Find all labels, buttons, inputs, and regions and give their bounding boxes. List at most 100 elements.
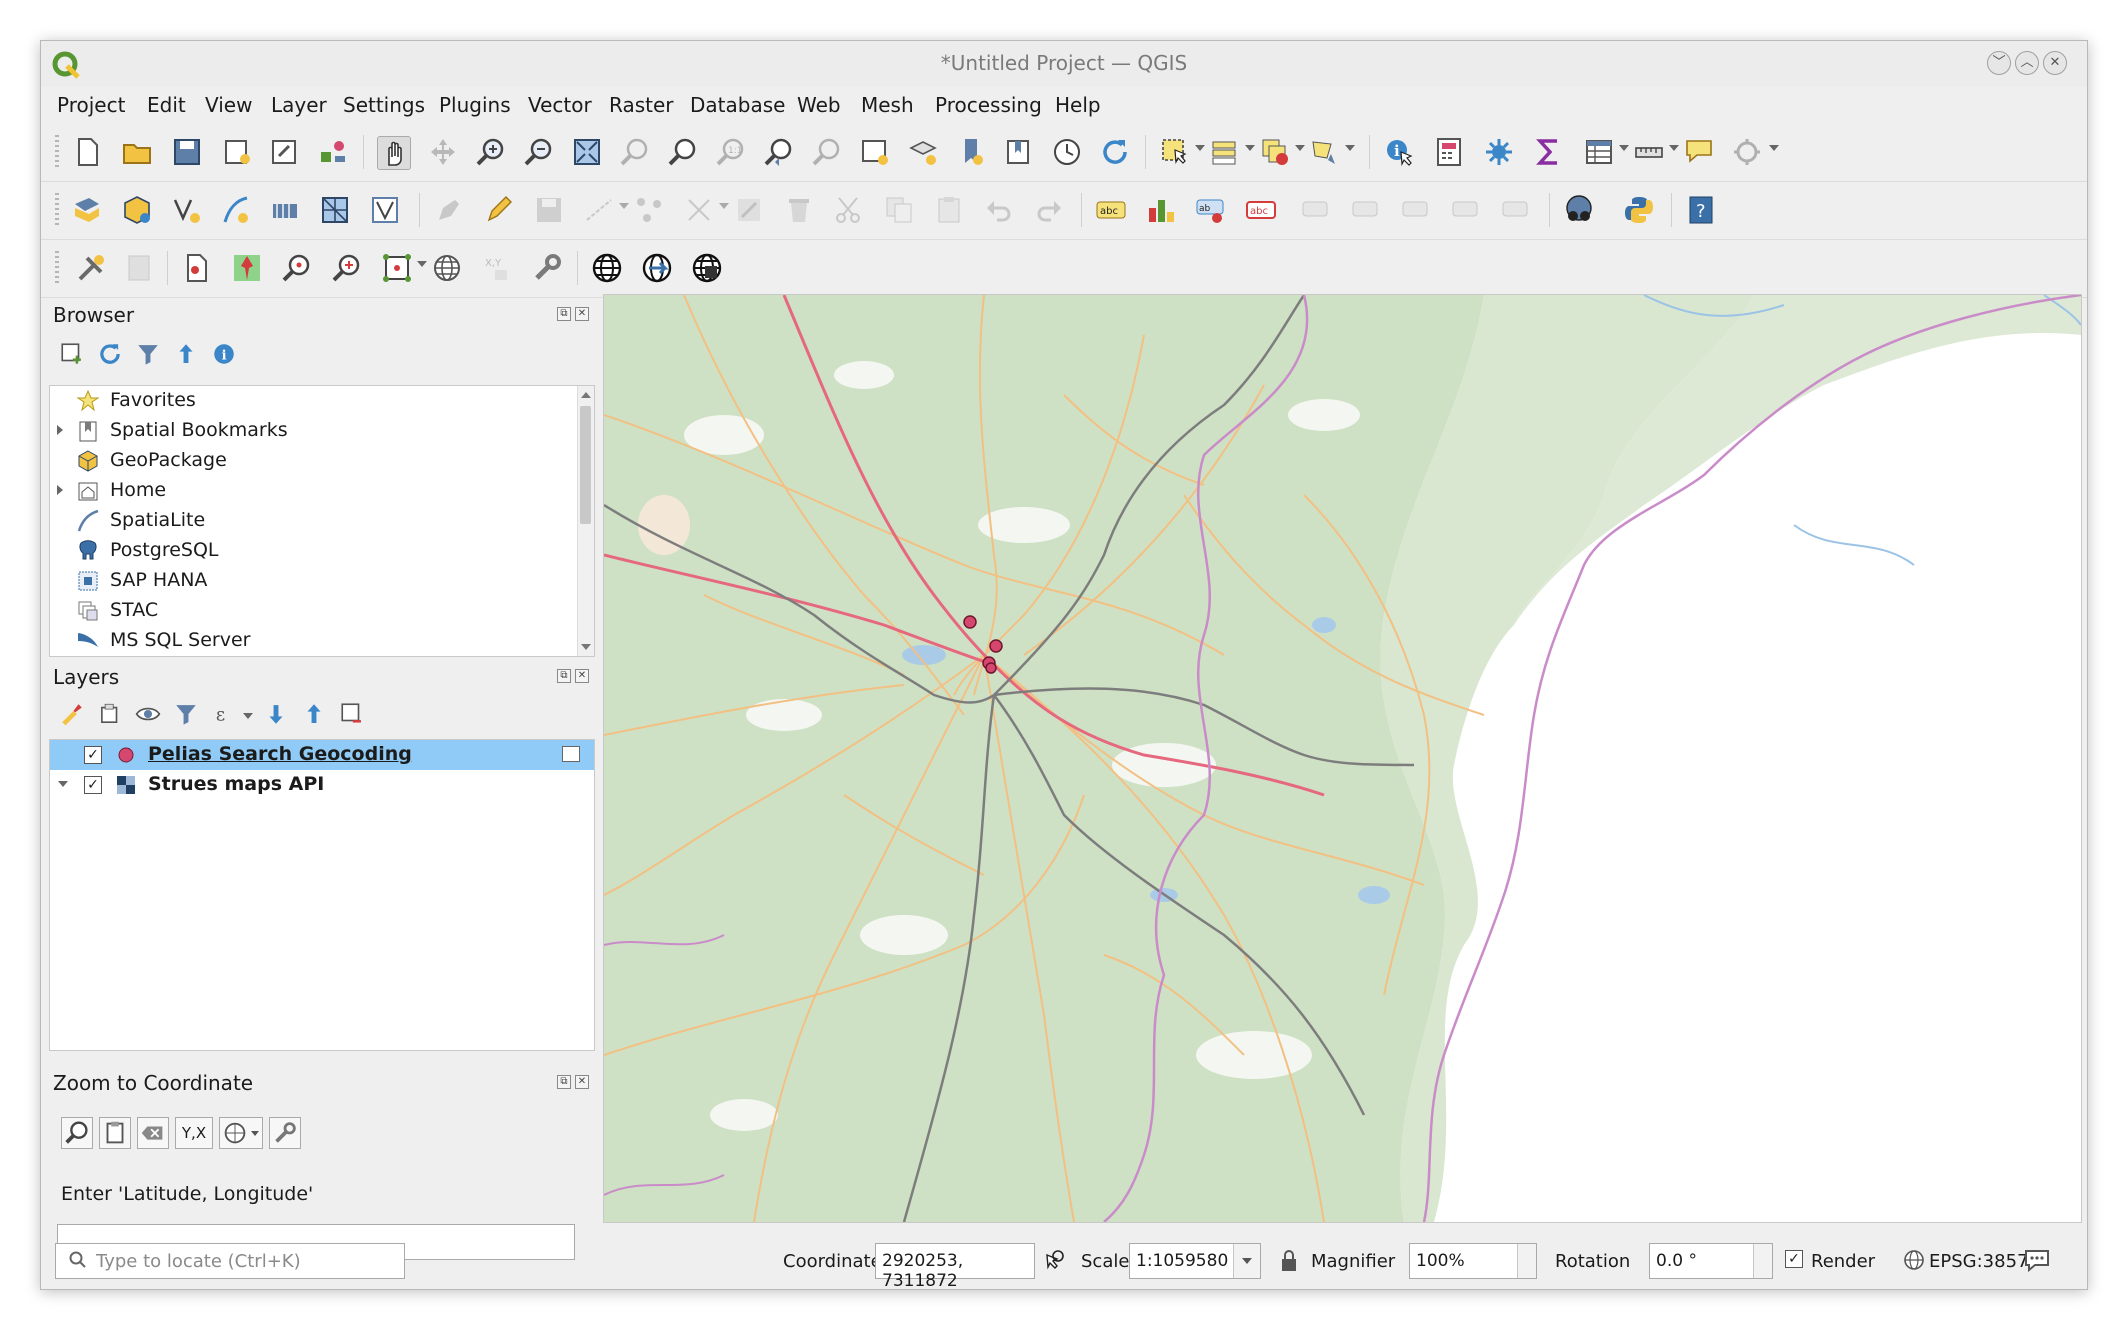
browser-scrollbar[interactable] [577, 386, 594, 656]
menu-help[interactable]: Help [1055, 93, 1101, 117]
modify-attributes-icon[interactable] [733, 194, 765, 226]
menu-project[interactable]: Project [57, 93, 125, 117]
identify-features-icon[interactable]: i [1383, 136, 1415, 168]
layer-diagram-options-icon[interactable] [1145, 194, 1177, 226]
zoom-full-icon[interactable] [571, 136, 603, 168]
new-map-view-icon[interactable] [859, 136, 891, 168]
close-panel-button[interactable]: ✕ [575, 307, 589, 321]
refresh-icon[interactable] [1099, 136, 1131, 168]
select-features-dropdown[interactable] [1195, 145, 1205, 151]
coordinate-order-icon[interactable]: X,Y [481, 252, 513, 284]
undo-icon[interactable] [983, 194, 1015, 226]
map-canvas[interactable] [603, 294, 2082, 1223]
pan-to-selection-icon[interactable] [427, 136, 459, 168]
zoom-to-point-icon[interactable] [281, 252, 313, 284]
show-hide-labels-icon[interactable] [1351, 194, 1383, 226]
zoom-in-icon[interactable] [475, 136, 507, 168]
menu-processing[interactable]: Processing [935, 93, 1042, 117]
clear-coordinate-button[interactable] [137, 1117, 169, 1149]
toggle-extents-icon[interactable] [1041, 1247, 1067, 1277]
layout-manager-icon[interactable] [269, 136, 301, 168]
capture-extent-dropdown[interactable] [417, 261, 427, 267]
browser-item-favorites[interactable]: Favorites [50, 386, 594, 416]
menu-layer[interactable]: Layer [271, 93, 327, 117]
layer-labeling-options-icon[interactable]: abc [1095, 194, 1127, 226]
magnifier-spin-buttons[interactable] [1517, 1244, 1536, 1278]
magnifier-spinbox[interactable]: 100% [1409, 1243, 1537, 1279]
close-button[interactable]: ✕ [2043, 51, 2067, 75]
collapse-all-icon[interactable] [173, 341, 199, 367]
paste-features-icon[interactable] [933, 194, 965, 226]
toolbar-grip[interactable] [55, 193, 59, 227]
expand-arrow-icon[interactable] [57, 485, 63, 495]
scale-combobox[interactable]: 1:1059580 [1129, 1243, 1261, 1279]
data-source-manager-icon[interactable] [71, 194, 103, 226]
add-selected-layers-icon[interactable] [59, 341, 85, 367]
pan-map-icon[interactable] [377, 136, 411, 170]
toggle-display-labels-icon[interactable]: abc [1245, 194, 1277, 226]
copy-features-icon[interactable] [883, 194, 915, 226]
save-project-icon[interactable] [171, 136, 203, 168]
add-marker-icon[interactable] [231, 252, 263, 284]
new-virtual-layer-icon[interactable] [269, 194, 301, 226]
menu-web[interactable]: Web [797, 93, 841, 117]
locator-dropdown[interactable] [1769, 145, 1779, 151]
new-temporary-scratch-layer-icon[interactable] [369, 194, 401, 226]
browser-item-spatialite[interactable]: SpatiaLite [50, 506, 594, 536]
deselect-features-icon[interactable] [1259, 136, 1291, 168]
capture-extent-icon[interactable] [381, 252, 413, 284]
menu-plugins[interactable]: Plugins [439, 93, 511, 117]
scroll-up-arrow-icon[interactable] [581, 392, 591, 398]
new-spatialite-layer-icon[interactable] [219, 194, 251, 226]
deselect-features-dropdown[interactable] [1295, 145, 1305, 151]
maximize-button[interactable]: ︿ [2015, 51, 2039, 75]
zoom-out-icon[interactable] [523, 136, 555, 168]
rotation-spin-buttons[interactable] [1753, 1244, 1772, 1278]
zoom-next-icon[interactable] [811, 136, 843, 168]
plugin-settings-icon[interactable] [531, 252, 563, 284]
processing-toolbox-icon[interactable] [1483, 136, 1515, 168]
browser-item-sap-hana[interactable]: SAP HANA [50, 566, 594, 596]
zoom-to-layer-icon[interactable] [667, 136, 699, 168]
menu-raster[interactable]: Raster [609, 93, 674, 117]
coordinate-field[interactable]: 2920253, 7311872 [875, 1243, 1035, 1291]
geocode-result-point[interactable] [963, 615, 977, 629]
toolbar-grip[interactable] [55, 251, 59, 285]
georeferencer-icon[interactable] [75, 252, 107, 284]
menu-vector[interactable]: Vector [528, 93, 592, 117]
render-checkbox[interactable]: ✓ [1785, 1250, 1803, 1268]
float-panel-button[interactable]: ⧉ [557, 1075, 571, 1089]
collapse-all-layers-icon[interactable] [301, 701, 327, 727]
show-spatial-bookmarks-icon[interactable] [1003, 136, 1035, 168]
remove-layer-icon[interactable] [339, 701, 365, 727]
close-panel-button[interactable]: ✕ [575, 1075, 589, 1089]
crs-globe-icon[interactable] [431, 252, 463, 284]
browser-item-stac[interactable]: STAC [50, 596, 594, 626]
digitize-dropdown[interactable] [619, 203, 629, 209]
new-annotation-layer-icon[interactable] [181, 252, 213, 284]
browser-item-mssql[interactable]: MS SQL Server [50, 626, 594, 656]
crs-globe-icon[interactable] [1903, 1249, 1925, 1275]
crs-label[interactable]: EPSG:3857 [1929, 1251, 2028, 1272]
rotate-label-icon[interactable] [1451, 194, 1483, 226]
menu-edit[interactable]: Edit [147, 93, 186, 117]
coordinate-settings-button[interactable] [269, 1117, 301, 1149]
new-shapefile-layer-icon[interactable] [171, 194, 203, 226]
open-layer-styling-icon[interactable] [59, 701, 85, 727]
select-by-location-dropdown[interactable] [1345, 145, 1355, 151]
measure-dropdown[interactable] [1669, 145, 1679, 151]
reverse-geocode-globe-icon[interactable] [641, 252, 673, 284]
browser-item-spatial-bookmarks[interactable]: Spatial Bookmarks [50, 416, 594, 446]
select-by-expression-icon[interactable] [1209, 136, 1241, 168]
zoom-native-resolution-icon[interactable]: 1:1 [715, 136, 747, 168]
filter-legend-icon[interactable] [173, 701, 199, 727]
menu-mesh[interactable]: Mesh [861, 93, 914, 117]
show-map-tips-icon[interactable] [1683, 136, 1715, 168]
scroll-down-arrow-icon[interactable] [581, 644, 591, 650]
lock-scale-icon[interactable] [1279, 1249, 1299, 1277]
move-label-icon[interactable] [1401, 194, 1433, 226]
select-features-icon[interactable] [1159, 136, 1191, 168]
new-spatial-bookmark-icon[interactable] [955, 136, 987, 168]
layer-visibility-checkbox[interactable]: ✓ [84, 746, 102, 764]
float-panel-button[interactable]: ⧉ [557, 669, 571, 683]
